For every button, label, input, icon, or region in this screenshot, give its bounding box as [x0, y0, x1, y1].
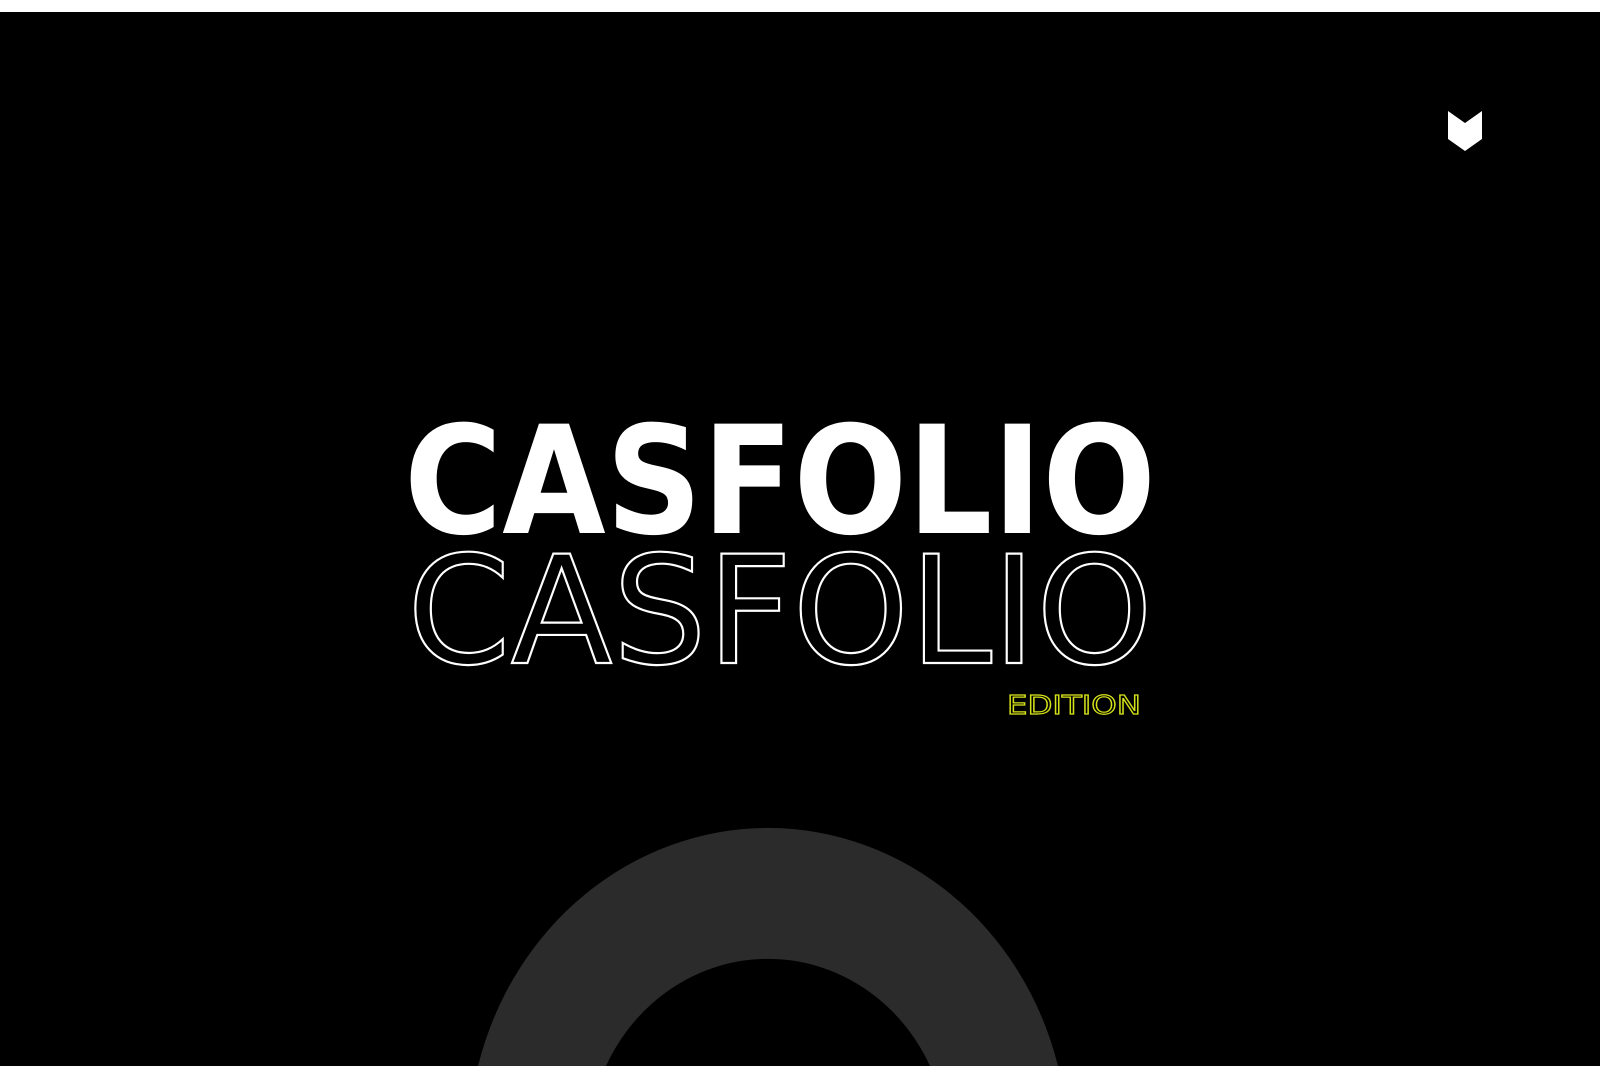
subtitle-group: EDITION [1006, 690, 1141, 721]
subtitle: EDITION [1007, 691, 1141, 721]
cover-page: CASFOLIO CASFOLIO EDITION [0, 0, 1600, 1066]
